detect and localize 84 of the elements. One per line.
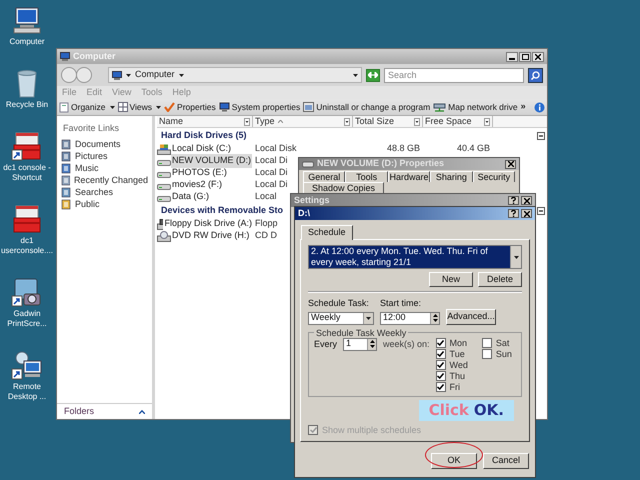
column-header[interactable]: Name (157, 116, 253, 127)
table-cell-text: Local Di (255, 154, 288, 168)
toolbar-button[interactable]: Organize (59, 100, 114, 114)
checkbox-label: Sun (496, 349, 512, 359)
drive-name[interactable]: NEW VOLUME (D:) (171, 154, 252, 168)
desktop-icon-label[interactable]: dc1 console - Shortcut (0, 163, 54, 183)
favorite-link[interactable]: Searches (57, 186, 152, 198)
field-value: 12:00 (383, 311, 407, 324)
field-label: week(s) on: (383, 338, 430, 351)
toolbar-button[interactable]: Map network drive (433, 100, 518, 114)
table-cell-text: CD D (255, 229, 277, 242)
window-title: Computer (73, 50, 116, 63)
drive-name[interactable]: Floppy Disk Drive (A:) (163, 217, 253, 231)
field-label: Start time: (380, 297, 422, 310)
toolbar-button[interactable]: Properties (164, 100, 216, 114)
dropdown-value: Weekly (311, 311, 342, 324)
table-cell-text: Flopp (255, 217, 278, 230)
field-value: 1 (346, 337, 352, 350)
toolbar-button[interactable]: System properties (218, 100, 300, 114)
search-field[interactable]: Search (384, 68, 524, 82)
desktop-icon-label[interactable]: Recycle Bin (0, 100, 54, 110)
new-button[interactable]: New (429, 272, 473, 287)
table-cell-text: 48.8 GB (386, 142, 420, 156)
column-header[interactable]: Total Size (353, 116, 423, 127)
drive-name[interactable]: Local Disk (C:) (171, 142, 232, 156)
desktop-icon-label[interactable]: Remote Desktop ... (0, 382, 54, 402)
favorite-link[interactable]: Recently Changed (57, 174, 152, 186)
checkbox-label: Fri (450, 382, 460, 392)
folders-bar[interactable]: Folders (57, 403, 152, 419)
column-header[interactable]: Type (253, 116, 353, 127)
table-cell-text: Local Di (255, 178, 288, 192)
toolbar-button[interactable]: Views (118, 100, 162, 114)
tab[interactable]: Sharing (430, 171, 473, 182)
schedule-dropdown[interactable]: 2. At 12:00 every Mon. Tue. Wed. Thu. Fri of every week, starting 21/1 (308, 245, 522, 269)
favorite-link[interactable]: Pictures (57, 150, 152, 162)
more-button[interactable]: » (520, 100, 526, 114)
favorite-link[interactable]: Documents (57, 138, 152, 150)
drive-name[interactable]: DVD RW Drive (H:) (171, 229, 250, 243)
checkbox-label: Mon (450, 338, 468, 348)
toolbar-button[interactable]: Uninstall or change a program (303, 100, 430, 114)
schedule-type-dropdown[interactable]: Weekly (308, 312, 374, 324)
callout-text: OK. (474, 402, 504, 418)
checkbox-label: Tue (450, 349, 465, 359)
desktop-icon-label[interactable]: Computer (0, 37, 54, 47)
interval-field[interactable]: 1 (343, 338, 378, 350)
field-label: Schedule Task: (308, 297, 370, 310)
favorite-link[interactable]: Public (57, 198, 152, 210)
ok-button[interactable]: OK (431, 452, 477, 469)
advanced-button[interactable]: Advanced... (446, 308, 496, 324)
favorite-link[interactable]: Music (57, 162, 152, 174)
tab[interactable]: General (303, 171, 346, 182)
tab[interactable]: Security (472, 171, 516, 182)
group-heading: Hard Disk Drives (5) (161, 128, 247, 142)
window-title: Settings (294, 194, 331, 207)
checkbox-label: Thu (450, 371, 466, 381)
drive-name[interactable]: movies2 (F:) (171, 178, 224, 192)
tab[interactable]: Schedule (301, 225, 353, 240)
table-cell-text: Local (255, 190, 277, 204)
group-title: Schedule Task Weekly (315, 328, 408, 338)
time-field[interactable]: 12:00 (380, 312, 440, 324)
group-heading: Devices with Removable Sto (161, 204, 284, 217)
drive-name[interactable]: PHOTOS (E:) (171, 166, 228, 180)
checkbox-label: Sat (496, 338, 510, 348)
callout-text: Click (428, 402, 469, 418)
window-title: D:\ (298, 206, 311, 220)
checkbox-label: Wed (450, 360, 468, 370)
table-cell-text: 40.4 GB (456, 142, 490, 156)
window-title: NEW VOLUME (D:) Properties (317, 157, 446, 170)
checkbox-label: Show multiple schedules (322, 424, 422, 437)
desktop-icon-label[interactable]: Gadwin PrintScre... (0, 309, 54, 329)
column-header[interactable]: Free Space (423, 116, 493, 127)
schedule-text: 2. At 12:00 every Mon. Tue. Wed. Thu. Fri of every week, starting 21/1 (311, 246, 489, 268)
address-bar[interactable]: Computer (108, 67, 362, 83)
tab[interactable]: Hardware (388, 171, 430, 182)
delete-button[interactable]: Delete (478, 272, 522, 287)
desktop-icon-label[interactable]: dc1 userconsole.... (0, 236, 54, 256)
address-text: Computer (135, 68, 175, 82)
field-label: Every (314, 338, 338, 351)
cancel-button[interactable]: Cancel (483, 452, 529, 469)
table-cell-text: Local Di (255, 166, 288, 180)
drive-name[interactable]: Data (G:) (171, 190, 210, 204)
pane-heading: Favorite Links (62, 122, 120, 135)
table-cell-text: Local Disk (255, 142, 297, 156)
tab[interactable]: Tools (345, 171, 388, 182)
